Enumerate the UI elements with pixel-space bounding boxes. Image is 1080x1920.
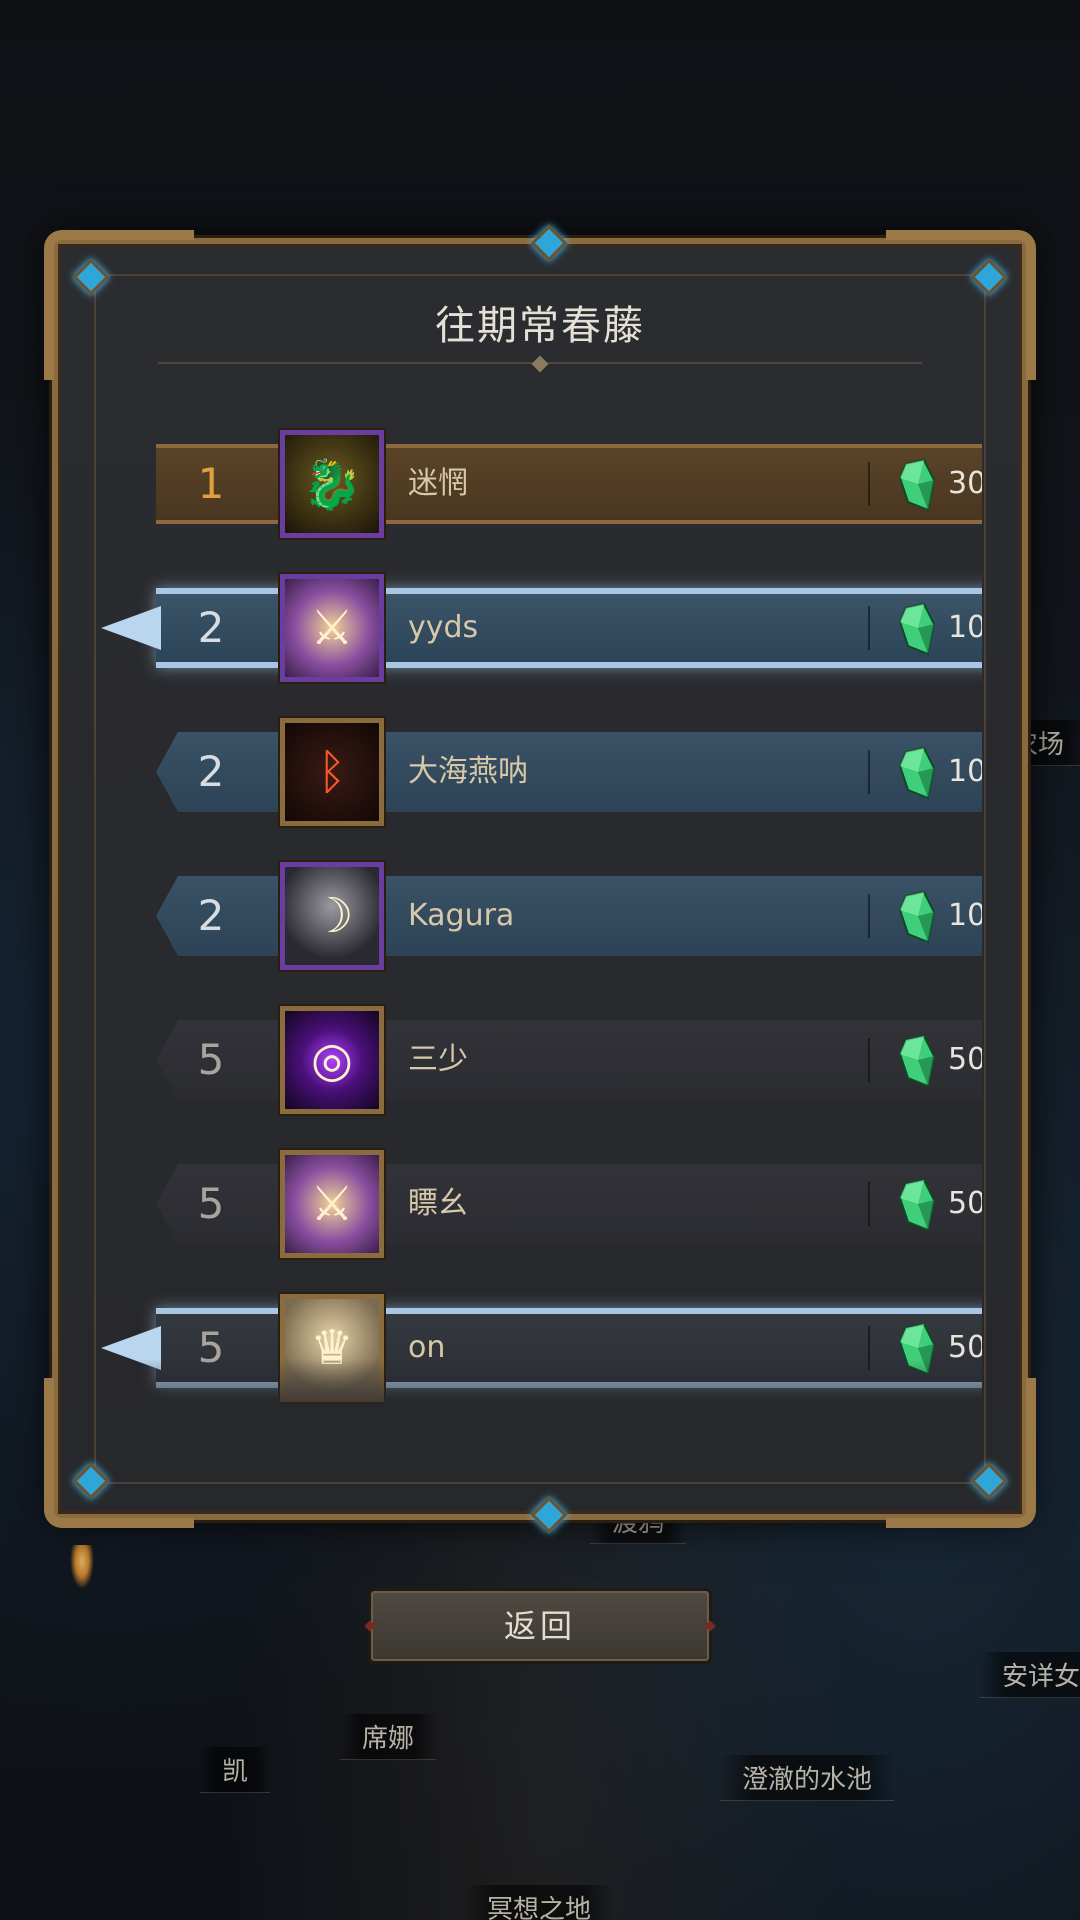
button-ornament bbox=[704, 1620, 716, 1632]
ranking-list[interactable]: 1 🐉 迷惘 3000 2 ⚔ yyds 1000 2 ᛒ 大海燕呐 1000 2 ☽ Kagura 1000… bbox=[98, 394, 982, 1419]
green-crystal-icon bbox=[898, 1178, 936, 1232]
player-name: 大海燕呐 bbox=[408, 754, 528, 789]
reward-amount: 1000 bbox=[948, 754, 982, 789]
map-label-kai[interactable]: 凯 bbox=[200, 1747, 271, 1793]
row-divider bbox=[868, 1038, 870, 1082]
player-avatar[interactable]: 🐉 bbox=[280, 430, 384, 538]
player-name: 瞟幺 bbox=[408, 1186, 468, 1221]
priestess-portrait-icon: ☽ bbox=[310, 888, 354, 944]
player-name: yyds bbox=[408, 610, 479, 645]
rank-number: 5 bbox=[197, 1035, 225, 1084]
demon-rune-icon: ᛒ bbox=[317, 744, 347, 800]
sword-emblem-icon: ⚔ bbox=[310, 1176, 354, 1232]
green-crystal-icon bbox=[898, 1034, 936, 1088]
panel-header: 往期常春藤 bbox=[158, 290, 922, 373]
row-divider bbox=[868, 1182, 870, 1226]
reward-amount: 500 bbox=[948, 1042, 982, 1077]
rank-number: 2 bbox=[197, 603, 225, 652]
player-avatar[interactable]: ᛒ bbox=[280, 718, 384, 826]
reward-amount: 500 bbox=[948, 1186, 982, 1221]
ranking-row[interactable]: 2 ᛒ 大海燕呐 1000 bbox=[156, 718, 982, 826]
green-crystal-icon bbox=[898, 458, 936, 512]
ranking-panel: 往期常春藤 1 🐉 迷惘 3000 2 ⚔ yyds 1000 2 ᛒ 大海燕呐 1000 2 ☽ Kagu… bbox=[44, 224, 1036, 1534]
player-avatar[interactable]: ☽ bbox=[280, 862, 384, 970]
player-avatar[interactable]: ⚔ bbox=[280, 574, 384, 682]
rank-number: 1 bbox=[197, 459, 225, 508]
ranking-row[interactable]: 5 ◎ 三少 500 bbox=[156, 1006, 982, 1114]
green-crystal-icon bbox=[898, 890, 936, 944]
player-name: 三少 bbox=[408, 1042, 468, 1077]
back-button[interactable]: 返回 bbox=[364, 1588, 716, 1664]
map-label-meditation[interactable]: 冥想之地 bbox=[465, 1885, 614, 1920]
row-divider bbox=[868, 750, 870, 794]
reward-amount: 1000 bbox=[948, 610, 982, 645]
panel-title: 往期常春藤 bbox=[435, 303, 645, 349]
map-label-xina[interactable]: 席娜 bbox=[340, 1714, 437, 1760]
candle-light bbox=[70, 1545, 94, 1589]
dragon-portrait-icon: 🐉 bbox=[302, 456, 362, 513]
row-divider bbox=[868, 894, 870, 938]
sword-emblem-icon: ⚔ bbox=[310, 600, 354, 656]
player-name: 迷惘 bbox=[408, 466, 468, 501]
map-label-pool[interactable]: 澄澈的水池 bbox=[720, 1755, 895, 1801]
reward-amount: 3000 bbox=[948, 466, 982, 501]
player-avatar[interactable]: ◎ bbox=[280, 1006, 384, 1114]
rank-number: 2 bbox=[197, 891, 225, 940]
ranking-row[interactable]: 1 🐉 迷惘 3000 bbox=[156, 430, 982, 538]
ranking-row[interactable]: 5 ⚔ 瞟幺 500 bbox=[156, 1150, 982, 1258]
ice-spike-icon bbox=[101, 606, 161, 650]
ranking-row[interactable]: 2 ⚔ yyds 1000 bbox=[101, 574, 982, 682]
row-divider bbox=[868, 462, 870, 506]
green-crystal-icon bbox=[898, 602, 936, 656]
row-divider bbox=[868, 606, 870, 650]
green-crystal-icon bbox=[898, 746, 936, 800]
reward-amount: 1000 bbox=[948, 898, 982, 933]
map-label-peaceful[interactable]: 安详女 bbox=[980, 1652, 1080, 1698]
rank-number: 5 bbox=[197, 1179, 225, 1228]
button-ornament bbox=[364, 1620, 376, 1632]
ranking-row[interactable]: 2 ☽ Kagura 1000 bbox=[156, 862, 982, 970]
frame-gem-icon bbox=[530, 1496, 568, 1534]
player-avatar[interactable]: ⚔ bbox=[280, 1150, 384, 1258]
game-screen: 农场 渡鸦 安详女 席娜 凯 澄澈的水池 冥想之地 往期常春藤 1🐉迷惘3000… bbox=[0, 0, 1080, 1920]
player-name: Kagura bbox=[408, 898, 515, 933]
frame-gem-icon bbox=[530, 224, 568, 262]
back-button-label: 返回 bbox=[503, 1607, 576, 1645]
vortex-icon: ◎ bbox=[311, 1032, 353, 1088]
rank-number: 2 bbox=[197, 747, 225, 796]
list-fade bbox=[98, 1359, 982, 1419]
